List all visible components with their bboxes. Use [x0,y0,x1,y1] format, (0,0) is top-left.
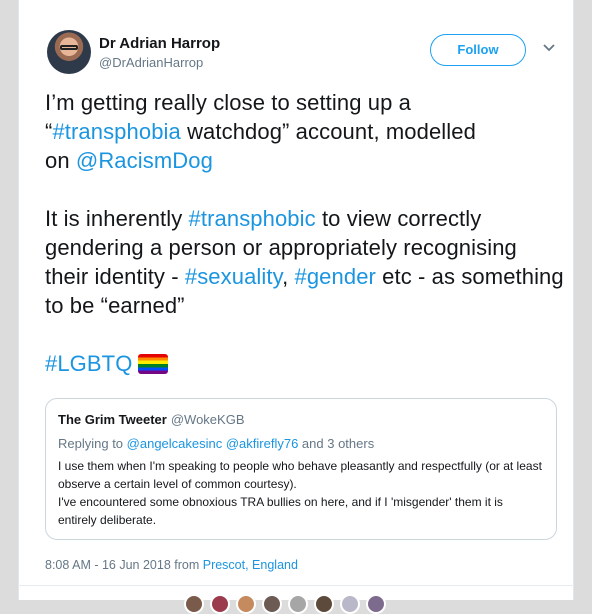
quoted-text: I use them when I'm speaking to people w… [58,459,542,527]
author-name[interactable]: Dr Adrian Harrop [99,35,220,52]
hashtag-sexuality[interactable]: #sexuality [185,264,282,289]
chevron-down-icon[interactable] [541,39,557,55]
divider [18,585,574,586]
quoted-header: The Grim Tweeter @WokeKGB [58,411,544,429]
liker-avatar[interactable] [236,594,256,614]
liker-avatar[interactable] [262,594,282,614]
hashtag-lgbtq[interactable]: #LGBTQ [45,351,132,376]
reply-mention-akfirefly76[interactable]: @akfirefly76 [222,436,298,451]
follow-button[interactable]: Follow [430,34,526,66]
tweet-card: Dr Adrian Harrop @DrAdrianHarrop Follow … [18,0,574,600]
author-avatar[interactable] [47,30,91,74]
hashtag-gender[interactable]: #gender [295,264,376,289]
liker-avatar[interactable] [314,594,334,614]
location-link[interactable]: Prescot, England [203,558,298,572]
liker-avatar[interactable] [340,594,360,614]
liker-avatar[interactable] [288,594,308,614]
quoted-author-handle: @WokeKGB [170,412,245,427]
replying-to: Replying to @angelcakesinc @akfirefly76 … [58,436,375,451]
quoted-tweet[interactable]: The Grim Tweeter @WokeKGB Replying to @an… [45,398,557,540]
tweet-paragraph-2: It is inherently #transphobic to view co… [45,206,564,318]
tweet-paragraph-3: #LGBTQ [45,349,565,378]
author-handle[interactable]: @DrAdrianHarrop [99,55,203,70]
liker-avatar[interactable] [366,594,386,614]
rainbow-flag-icon [138,354,169,374]
reply-mention-angelcakesinc[interactable]: @angelcakesinc [127,436,223,451]
liker-avatar[interactable] [184,594,204,614]
tweet-text: I’m getting really close to setting up a… [45,88,565,378]
liker-avatar[interactable] [210,594,230,614]
mention-racismdog[interactable]: @RacismDog [76,148,213,173]
timestamp-link[interactable]: 8:08 AM - 16 Jun 2018 from [45,558,203,572]
quoted-author-name: The Grim Tweeter [58,412,167,427]
hashtag-transphobic[interactable]: #transphobic [189,206,316,231]
tweet-timestamp: 8:08 AM - 16 Jun 2018 from Prescot, Engl… [45,558,298,572]
tweet-paragraph-1: I’m getting really close to setting up a… [45,90,476,173]
hashtag-transphobia[interactable]: #transphobia [52,119,180,144]
